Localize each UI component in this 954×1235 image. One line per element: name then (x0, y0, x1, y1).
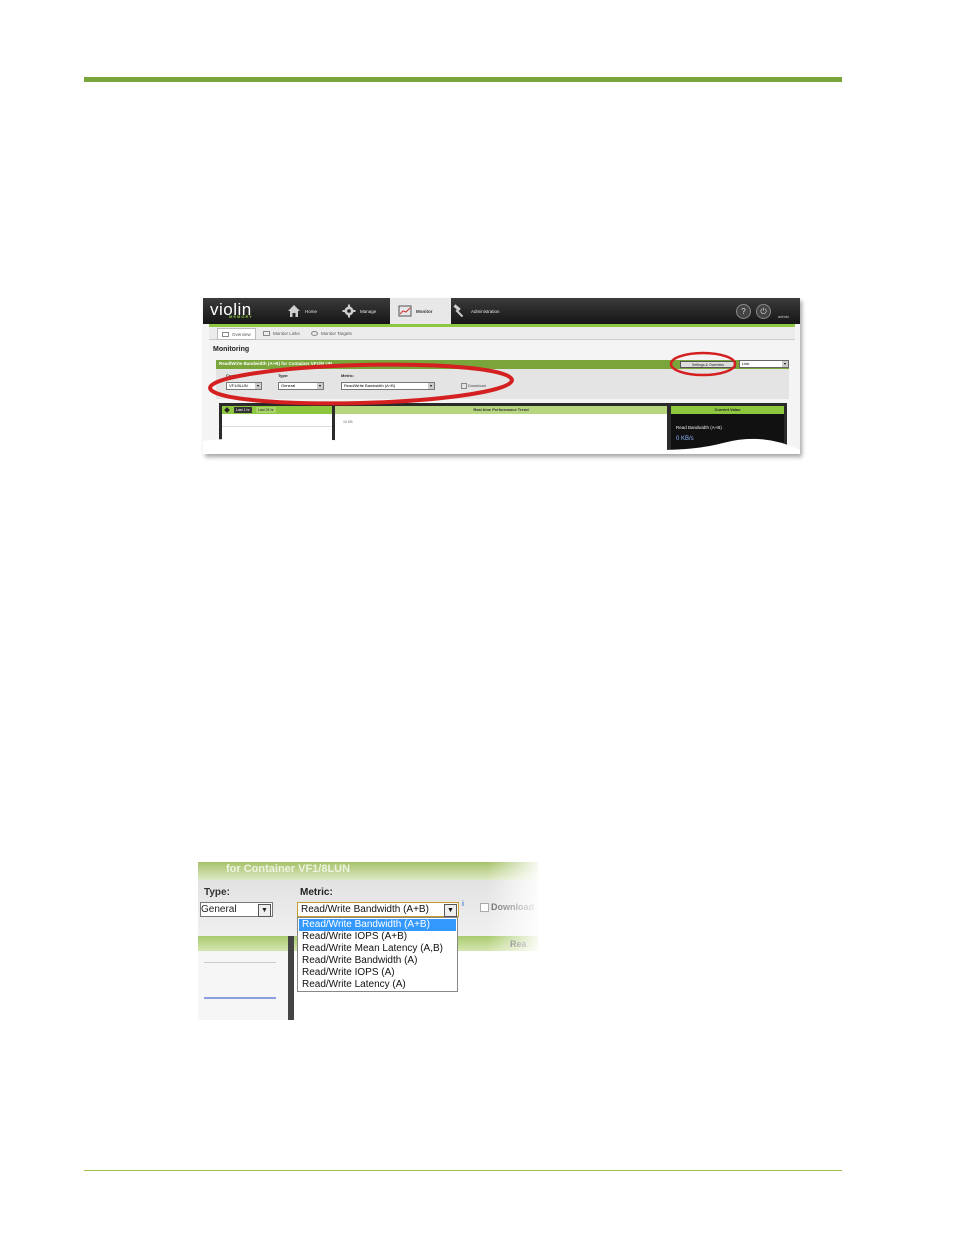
metric-option[interactable]: Read/Write Latency (A) (299, 979, 456, 991)
metric-option[interactable]: Read/Write Bandwidth (A+B) (299, 919, 456, 931)
trend-line (204, 997, 276, 999)
metric-dropdown-menu: Read/Write Bandwidth (A+B) Read/Write IO… (297, 917, 458, 992)
download-option[interactable]: Download (480, 902, 534, 913)
metric-option[interactable]: Read/Write IOPS (A+B) (299, 931, 456, 943)
metric-option[interactable]: Read/Write Bandwidth (A) (299, 955, 456, 967)
type-select[interactable]: General ▼ (200, 902, 273, 917)
chevron-down-icon: ▼ (258, 904, 271, 917)
settings-highlight-ellipse (669, 351, 737, 377)
metric-label: Metric: (300, 887, 333, 898)
metric-select[interactable]: Read/Write Bandwidth (A+B) ▼ (297, 902, 459, 917)
trend-header-label: Rea (510, 939, 527, 949)
metric-dropdown-screenshot: for Container VF1/8LUN Type: Metric: Gen… (198, 862, 538, 1020)
metric-option[interactable]: Read/Write IOPS (A) (299, 967, 456, 979)
chevron-down-icon: ▼ (444, 904, 457, 917)
footer-rule (84, 1170, 842, 1171)
info-icon[interactable]: i (462, 901, 464, 908)
metric-option[interactable]: Read/Write Mean Latency (A,B) (299, 943, 456, 955)
pane-divider (288, 936, 294, 1020)
download-label: Download (491, 902, 534, 912)
header-rule (84, 77, 842, 82)
download-checkbox[interactable] (480, 903, 489, 913)
type-label: Type: (204, 887, 230, 898)
panel-header: for Container VF1/8LUN (198, 862, 538, 880)
divider (204, 962, 276, 963)
panel-title: for Container VF1/8LUN (226, 863, 351, 875)
type-select-value: General (201, 904, 237, 915)
filters-highlight-ellipse (208, 362, 514, 406)
annotation-highlights (208, 351, 737, 406)
metric-select-value: Read/Write Bandwidth (A+B) (301, 904, 429, 915)
monitoring-screenshot: violin MEMORY Home Manage Monitor Admini… (203, 298, 800, 454)
